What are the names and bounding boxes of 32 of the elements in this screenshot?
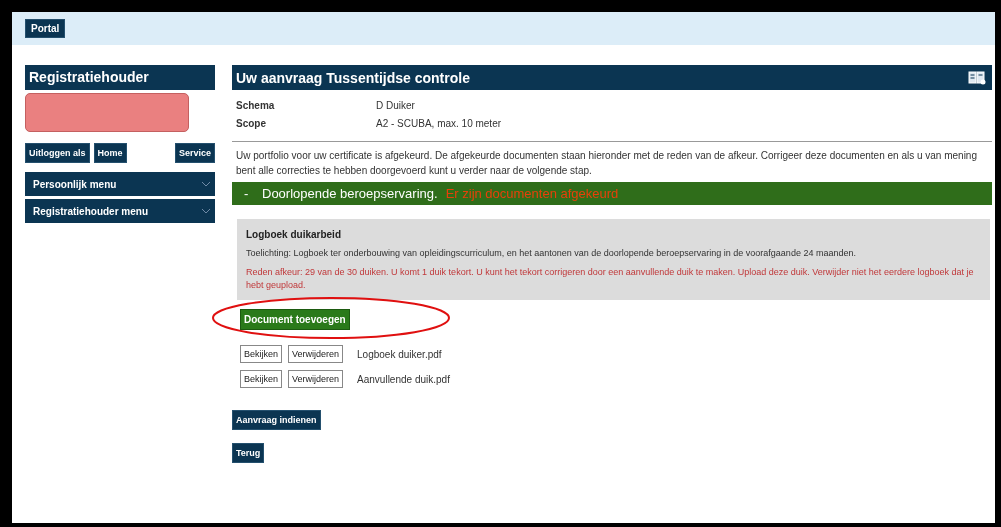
menu-label: Registratiehouder menu	[33, 205, 149, 217]
section-title: Doorlopende beroepservaring.	[262, 186, 438, 201]
delete-button[interactable]: Verwijderen	[288, 370, 344, 388]
menu-item[interactable]: Persoonlijk menu	[25, 172, 215, 196]
page-title: Uw aanvraag Tussentijdse controle	[236, 69, 470, 86]
detail-label: Scope	[236, 118, 267, 129]
add-document-button[interactable]: Document toevoegen	[240, 308, 350, 330]
view-button[interactable]: Bekijken	[240, 345, 283, 363]
document-title: Logboek duikarbeid	[246, 229, 342, 240]
detail-label: Schema	[236, 100, 276, 111]
detail-value: A2 - SCUBA, max. 10 meter	[376, 118, 502, 129]
menu-item[interactable]: Registratiehouder menu	[25, 199, 215, 223]
warning-text: Er zijn documenten afgekeurd	[445, 186, 619, 201]
portal-button[interactable]: Portal	[25, 19, 66, 38]
sidebar-button[interactable]: Service	[174, 143, 215, 163]
intro-text: Uw portfolio voor uw certificate is afgekeurd. De afgekeurde documenten staan hieronder met de reden van de afkeur. Corrigeer deze documenten en als u van mening bent alle correcties te hebben doorgevoerd kunt u verder naar de volgende stap.	[236, 149, 978, 178]
sidebar-button[interactable]: Uitloggen als	[25, 143, 90, 163]
file-name: Logboek duiker.pdf	[357, 348, 442, 360]
rejection-text: Reden afkeur: 29 van de 30 duiken. U komt 1 duik tekort. U kunt het tekort corrigeren door een aanvullende duik te maken. Upload deze duik. Verwijder niet het eerdere logboek dat je hebt geupload.	[246, 266, 975, 292]
file-name: Aanvullende duik.pdf	[357, 373, 450, 385]
detail-value: D Duiker	[376, 100, 415, 111]
sidebar-button[interactable]: Home	[93, 143, 127, 163]
section-header[interactable]: - Doorlopende beroepservaring. Er zijn documenten afgekeurd	[232, 182, 992, 205]
back-button[interactable]: Terug	[232, 443, 265, 463]
delete-button[interactable]: Verwijderen	[288, 345, 344, 363]
view-button[interactable]: Bekijken	[240, 370, 283, 388]
explanation-text: Toelichting: Logboek ter onderbouwing van opleidingscurriculum, en het aantonen van de doorlopende beroepservaring in de voorafgaande 24 maanden.	[246, 247, 857, 260]
toggle-text: -	[244, 186, 250, 201]
menu-label: Persoonlijk menu	[33, 178, 117, 190]
book-icon[interactable]	[968, 70, 986, 85]
sidebar-title: Registratiehouder	[25, 65, 215, 90]
submit-button[interactable]: Aanvraag indienen	[232, 410, 321, 430]
